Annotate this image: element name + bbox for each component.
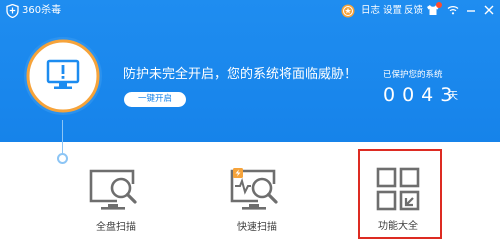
shield-logo-icon [6,4,19,18]
days-unit: 天 [448,91,458,102]
close-icon[interactable] [483,4,495,16]
protected-days-label: 已保护您的系统 [383,70,443,80]
monitor-magnifier-icon [89,169,137,210]
medal-badge-icon[interactable] [341,4,355,18]
status-connector-line [62,120,63,156]
feedback-menu[interactable]: 反馈 [404,4,423,18]
status-connector-dot [57,153,68,164]
title-bar: 360杀毒 日志 设置 反馈 [0,0,500,22]
status-header: 360杀毒 日志 设置 反馈 防护未完全开启，您的系统将面临威胁！ 一键开启 已… [0,0,500,142]
app-title: 360杀毒 [22,5,62,16]
full-scan-button[interactable]: 全盘扫描 [78,164,158,240]
full-scan-label: 全盘扫描 [96,222,136,233]
all-functions-highlight [358,149,442,239]
antivirus-main-window: 360杀毒 日志 设置 反馈 防护未完全开启，您的系统将面临威胁！ 一键开启 已… [0,0,500,247]
enable-protection-button[interactable]: 一键开启 [124,92,186,107]
notification-dot [436,2,442,8]
monitor-lightning-magnifier-icon [230,168,278,210]
quick-scan-button[interactable]: 快速扫描 [219,164,299,240]
log-menu[interactable]: 日志 [361,4,380,18]
network-icon[interactable] [447,5,459,15]
protection-warning-text: 防护未完全开启，您的系统将面临威胁！ [123,67,358,82]
quick-scan-label: 快速扫描 [237,222,277,233]
minimize-icon[interactable] [466,5,476,15]
settings-menu[interactable]: 设置 [383,4,402,18]
alert-monitor-icon [46,59,80,89]
